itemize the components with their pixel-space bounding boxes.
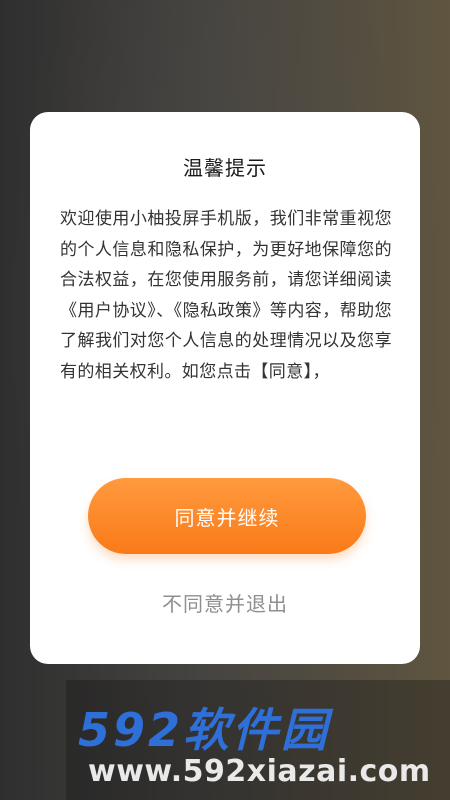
site-watermark: 592软件园 www.592xiazai.com [66,680,450,800]
dialog-title: 温馨提示 [183,156,267,180]
privacy-notice-text: 欢迎使用小柚投屏手机版，我们非常重视您的个人信息和隐私保护，为更好地保障您的合法… [60,209,392,382]
disagree-and-exit-button[interactable]: 不同意并退出 [30,588,420,617]
agree-and-continue-button[interactable]: 同意并继续 [88,478,366,554]
watermark-url: www.592xiazai.com [88,754,431,789]
privacy-dialog: 温馨提示 欢迎使用小柚投屏手机版，我们非常重视您的个人信息和隐私保护，为更好地保… [30,112,420,664]
watermark-logo: 592软件园 [78,703,331,757]
